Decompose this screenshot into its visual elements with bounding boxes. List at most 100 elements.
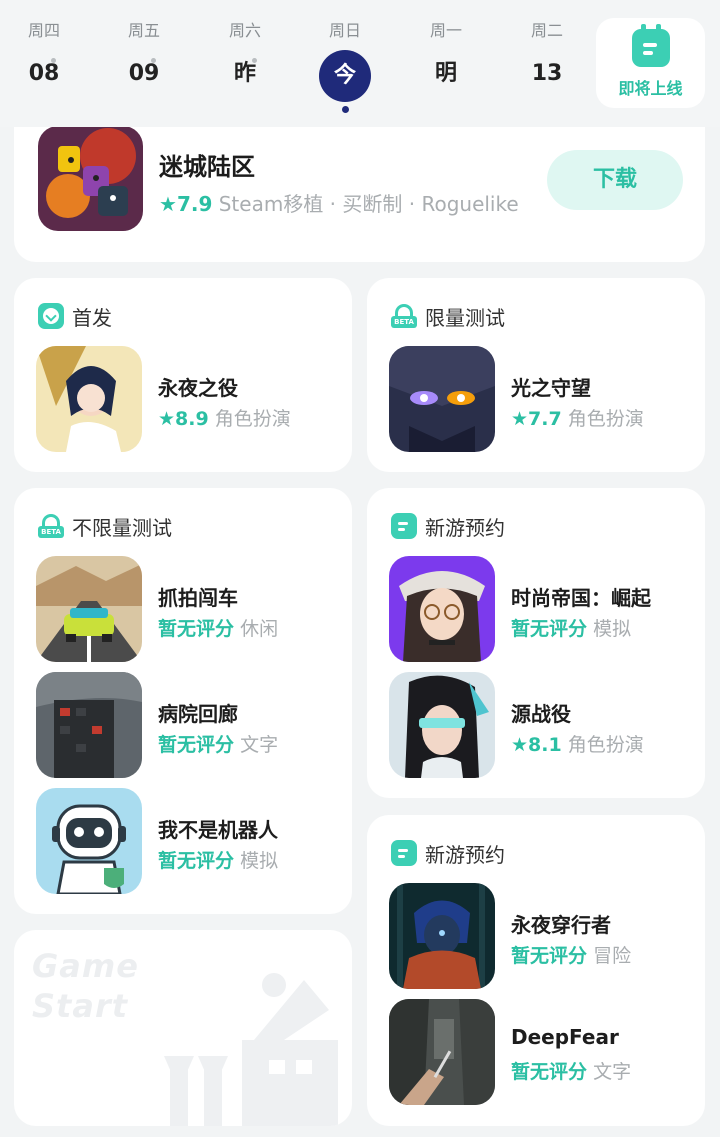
star-icon: ★ [158,408,176,430]
game-title: 永夜穿行者 [511,913,611,937]
game-title: DeepFear [511,1025,619,1049]
date-number-selected: 今 [319,50,371,102]
release-dot [151,58,156,63]
weekday-label: 周六 [228,21,261,40]
selected-indicator [341,106,349,113]
section-header[interactable]: 新游预约 [391,512,505,540]
game-item[interactable]: 永夜之役 ★8.9 角色扮演 [36,346,346,452]
section-header[interactable]: 新游预约 [391,839,505,867]
game-rating: 8.9 [175,408,209,430]
game-item[interactable]: 病院回廊 暂无评分 文字 [36,672,346,778]
game-start-banner: Game Start [14,930,352,1126]
section-title: 限量测试 [425,305,505,330]
game-icon [36,346,142,452]
game-item[interactable]: 我不是机器人 暂无评分 模拟 [36,788,346,894]
release-dot [252,58,257,63]
game-genre: 文字 [240,734,279,756]
date-number: 昨 [205,56,285,92]
section-title: 不限量测试 [72,515,172,540]
date-number: 09 [104,56,184,92]
game-genre: 模拟 [593,618,632,640]
game-genre: 角色扮演 [567,408,644,430]
game-rating: 7.9 [176,192,213,216]
game-meta: ★8.9 角色扮演 [158,404,291,431]
game-title: 源战役 [511,702,571,726]
game-genre: 模拟 [240,850,279,872]
banner-text: Game Start [32,946,139,1026]
section-first-release: 首发 永夜之役 ★8.9 角色扮演 [14,278,352,472]
game-meta: ★8.1 角色扮演 [511,730,644,757]
game-rating: 暂无评分 [511,945,588,967]
section-new-game-reservation-2: 新游预约 永夜穿行者 暂无评分 冒险 DeepFear 暂无评分 文字 [367,815,705,1126]
banner-line: Start [32,987,129,1025]
weekday-label: 周四 [27,21,60,40]
game-item[interactable]: 永夜穿行者 暂无评分 冒险 [389,883,699,989]
section-header[interactable]: 首发 [38,302,112,330]
date-mon[interactable]: 周一 明 [406,18,486,92]
game-title: 光之守望 [511,376,591,400]
game-item[interactable]: DeepFear 暂无评分 文字 [389,999,699,1105]
game-meta: 暂无评分 冒险 [511,941,631,968]
star-icon: ★ [511,408,529,430]
game-meta: 暂无评分 文字 [158,730,278,757]
date-number: 明 [434,61,457,86]
calendar-icon [391,513,417,539]
weekday-label: 周二 [530,21,563,40]
date-tue[interactable]: 周二 13 [507,18,587,92]
release-dot [51,58,56,63]
game-rating: 7.7 [528,408,562,430]
game-title: 时尚帝国：崛起 [511,586,651,610]
game-icon [36,556,142,662]
beta-icon: BETA [391,303,417,329]
game-rating: 8.1 [528,734,562,756]
upcoming-button[interactable]: 即将上线 [596,18,705,108]
calendar-icon [631,24,670,67]
game-genre: 文字 [593,1061,632,1083]
star-icon: ★ [159,192,177,216]
game-item[interactable]: 光之守望 ★7.7 角色扮演 [389,346,699,452]
date-number: 13 [531,61,563,86]
download-icon [38,303,64,329]
game-item[interactable]: 抓拍闯车 暂无评分 休闲 [36,556,346,662]
section-header[interactable]: BETA 限量测试 [391,302,505,330]
game-rating: 暂无评分 [158,850,235,872]
game-item[interactable]: 源战役 ★8.1 角色扮演 [389,672,699,778]
game-tags: Steam移植 · 买断制 · Roguelike [218,192,519,216]
game-item[interactable]: 时尚帝国：崛起 暂无评分 模拟 [389,556,699,662]
section-unlimited-beta: BETA 不限量测试 抓拍闯车 暂无评分 休闲 病院回廊 暂无评分 文字 我不是… [14,488,352,914]
calendar-icon [391,840,417,866]
game-title: 抓拍闯车 [158,586,238,610]
date-thu[interactable]: 周四 08 [4,18,84,92]
date-fri[interactable]: 周五 09 [104,18,184,92]
game-meta: ★7.7 角色扮演 [511,404,644,431]
date-sun-today[interactable]: 周日 今 [305,18,385,113]
weekday-label: 周日 [328,21,361,40]
banner-line: Game [32,947,139,985]
game-icon [389,999,495,1105]
game-title: 病院回廊 [158,702,238,726]
game-rating: 暂无评分 [158,734,235,756]
download-button[interactable]: 下载 [547,150,683,210]
section-header[interactable]: BETA 不限量测试 [38,512,172,540]
game-title: 我不是机器人 [158,818,278,842]
game-icon [389,556,495,662]
game-genre: 冒险 [593,945,632,967]
game-rating: 暂无评分 [158,618,235,640]
game-icon [36,672,142,778]
game-genre: 角色扮演 [214,408,291,430]
game-rating: 暂无评分 [511,1061,588,1083]
date-sat[interactable]: 周六 昨 [205,18,285,92]
section-title: 新游预约 [425,515,505,540]
game-icon [36,788,142,894]
upcoming-label: 即将上线 [618,79,683,98]
game-meta: 暂无评分 模拟 [511,614,631,641]
section-limited-beta: BETA 限量测试 光之守望 ★7.7 角色扮演 [367,278,705,472]
date-bar: 周四 08 周五 09 周六 昨 周日 今 周一 明 周二 13 即将上线 [0,0,720,127]
game-rating: 暂无评分 [511,618,588,640]
game-icon [38,126,143,231]
banner-illustration [164,973,338,1126]
beta-icon: BETA [38,513,64,539]
game-title: 迷城陆区 [159,153,255,181]
game-title: 永夜之役 [158,376,238,400]
game-icon [389,346,495,452]
